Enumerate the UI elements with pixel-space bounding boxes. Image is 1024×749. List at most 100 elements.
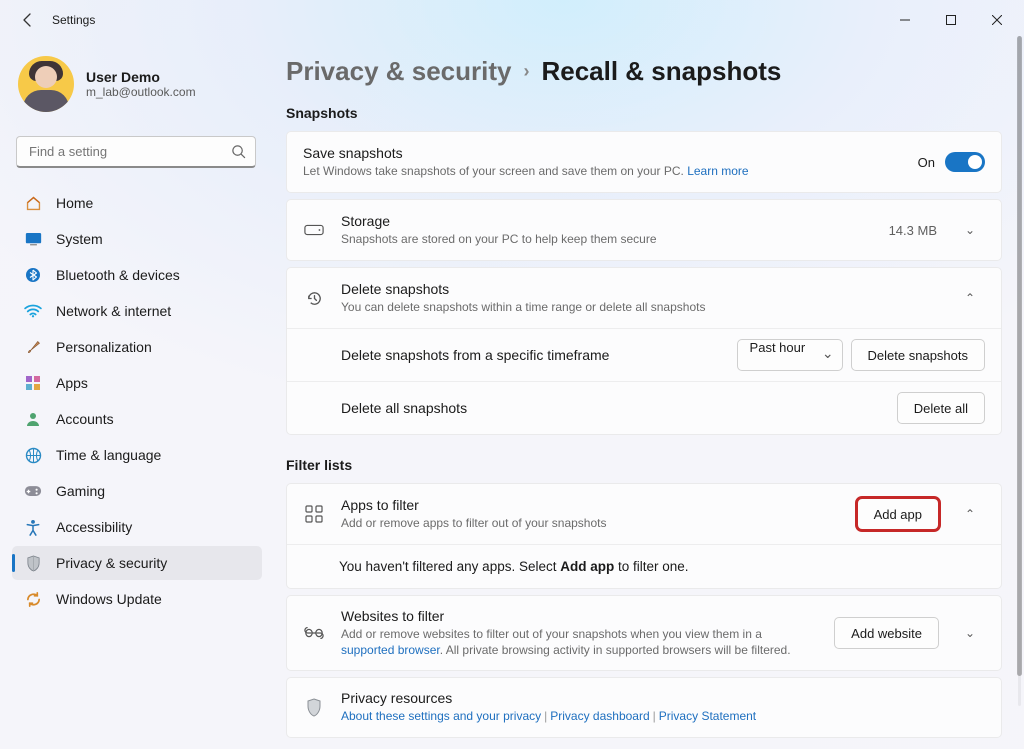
shield-icon: [24, 554, 42, 572]
row-title: Websites to filter: [341, 608, 818, 624]
save-snapshots-toggle[interactable]: [945, 152, 985, 172]
search-input[interactable]: [16, 136, 256, 168]
timeframe-select[interactable]: Past hour: [737, 339, 843, 371]
row-title: Delete snapshots: [341, 281, 939, 297]
close-icon: [992, 15, 1002, 25]
delete-timeframe-row: Delete snapshots from a specific timefra…: [287, 328, 1001, 381]
nav-bluetooth[interactable]: Bluetooth & devices: [12, 258, 262, 292]
row-sub: Add or remove apps to filter out of your…: [341, 515, 841, 531]
card-storage[interactable]: Storage Snapshots are stored on your PC …: [286, 199, 1002, 261]
nav-label: Accessibility: [56, 519, 132, 535]
nav-personalization[interactable]: Personalization: [12, 330, 262, 364]
nav-apps[interactable]: Apps: [12, 366, 262, 400]
add-website-button[interactable]: Add website: [834, 617, 939, 649]
nav-label: Network & internet: [56, 303, 171, 319]
delete-snapshots-header[interactable]: Delete snapshots You can delete snapshot…: [287, 268, 1001, 328]
delete-all-button[interactable]: Delete all: [897, 392, 985, 424]
apps-empty-message: You haven't filtered any apps. Select Ad…: [287, 544, 1001, 588]
delete-snapshots-button[interactable]: Delete snapshots: [851, 339, 985, 371]
maximize-icon: [946, 15, 956, 25]
row-label: Delete all snapshots: [341, 400, 889, 416]
apps-icon: [24, 374, 42, 392]
scrollbar-thumb[interactable]: [1017, 36, 1022, 676]
row-title: Save snapshots: [303, 145, 902, 161]
search-icon: [231, 144, 246, 159]
nav-label: Time & language: [56, 447, 161, 463]
window-title: Settings: [52, 13, 95, 27]
breadcrumb-parent[interactable]: Privacy & security: [286, 56, 511, 87]
learn-more-link[interactable]: Learn more: [687, 164, 748, 178]
toggle-state: On: [918, 155, 935, 170]
link-icon: [303, 627, 325, 639]
close-button[interactable]: [974, 4, 1020, 36]
content-pane: Privacy & security › Recall & snapshots …: [268, 40, 1024, 749]
gamepad-icon: [24, 482, 42, 500]
section-snapshots: Snapshots: [286, 105, 1002, 121]
privacy-statement-link[interactable]: Privacy Statement: [659, 709, 756, 723]
privacy-about-link[interactable]: About these settings and your privacy: [341, 709, 541, 723]
minimize-button[interactable]: [882, 4, 928, 36]
card-privacy-resources: Privacy resources About these settings a…: [286, 677, 1002, 737]
card-apps-filter: Apps to filter Add or remove apps to fil…: [286, 483, 1002, 589]
page-title: Recall & snapshots: [541, 56, 781, 87]
profile-email: m_lab@outlook.com: [86, 85, 196, 99]
nav-accounts[interactable]: Accounts: [12, 402, 262, 436]
section-filter-lists: Filter lists: [286, 457, 1002, 473]
shield-icon: [303, 698, 325, 717]
nav-privacy[interactable]: Privacy & security: [12, 546, 262, 580]
row-sub: Snapshots are stored on your PC to help …: [341, 231, 873, 247]
nav-home[interactable]: Home: [12, 186, 262, 220]
bluetooth-icon: [24, 266, 42, 284]
card-save-snapshots: Save snapshots Let Windows take snapshot…: [286, 131, 1002, 193]
card-delete-snapshots: Delete snapshots You can delete snapshot…: [286, 267, 1002, 435]
chevron-down-icon: ⌄: [955, 223, 985, 237]
delete-all-row: Delete all snapshots Delete all: [287, 381, 1001, 434]
avatar: [18, 56, 74, 112]
nav-label: Apps: [56, 375, 88, 391]
profile-name: User Demo: [86, 69, 196, 85]
nav-accessibility[interactable]: Accessibility: [12, 510, 262, 544]
row-sub: Add or remove websites to filter out of …: [341, 626, 818, 658]
chevron-right-icon: ›: [523, 61, 529, 82]
wifi-icon: [24, 302, 42, 320]
arrow-left-icon: [20, 12, 36, 28]
row-label: Delete snapshots from a specific timefra…: [341, 347, 729, 363]
back-button[interactable]: [14, 6, 42, 34]
privacy-dashboard-link[interactable]: Privacy dashboard: [550, 709, 649, 723]
add-app-button[interactable]: Add app: [857, 498, 939, 530]
apps-filter-header[interactable]: Apps to filter Add or remove apps to fil…: [287, 484, 1001, 544]
nav-label: Privacy & security: [56, 555, 167, 571]
nav-label: System: [56, 231, 103, 247]
nav-label: Gaming: [56, 483, 105, 499]
nav-time[interactable]: Time & language: [12, 438, 262, 472]
row-sub: Let Windows take snapshots of your scree…: [303, 163, 902, 179]
update-icon: [24, 590, 42, 608]
nav-system[interactable]: System: [12, 222, 262, 256]
home-icon: [24, 194, 42, 212]
nav-label: Accounts: [56, 411, 114, 427]
nav-list: Home System Bluetooth & devices Network …: [12, 186, 262, 616]
nav-update[interactable]: Windows Update: [12, 582, 262, 616]
maximize-button[interactable]: [928, 4, 974, 36]
websites-filter-header[interactable]: Websites to filter Add or remove website…: [287, 596, 1001, 670]
history-icon: [303, 289, 325, 308]
nav-network[interactable]: Network & internet: [12, 294, 262, 328]
person-icon: [24, 410, 42, 428]
sidebar: User Demo m_lab@outlook.com Home System …: [0, 40, 268, 749]
chevron-up-icon: ⌃: [955, 291, 985, 305]
profile-block[interactable]: User Demo m_lab@outlook.com: [12, 50, 262, 126]
get-help-row[interactable]: ? Get help: [286, 744, 1002, 749]
chevron-down-icon: ⌄: [955, 626, 985, 640]
minimize-icon: [900, 15, 910, 25]
row-title: Privacy resources: [341, 690, 985, 706]
nav-gaming[interactable]: Gaming: [12, 474, 262, 508]
brush-icon: [24, 338, 42, 356]
storage-value: 14.3 MB: [889, 223, 937, 238]
nav-label: Home: [56, 195, 93, 211]
supported-browser-link[interactable]: supported browser: [341, 643, 440, 657]
system-icon: [24, 230, 42, 248]
apps-grid-icon: [303, 505, 325, 523]
breadcrumb: Privacy & security › Recall & snapshots: [286, 56, 1002, 87]
nav-label: Personalization: [56, 339, 152, 355]
storage-icon: [303, 224, 325, 236]
